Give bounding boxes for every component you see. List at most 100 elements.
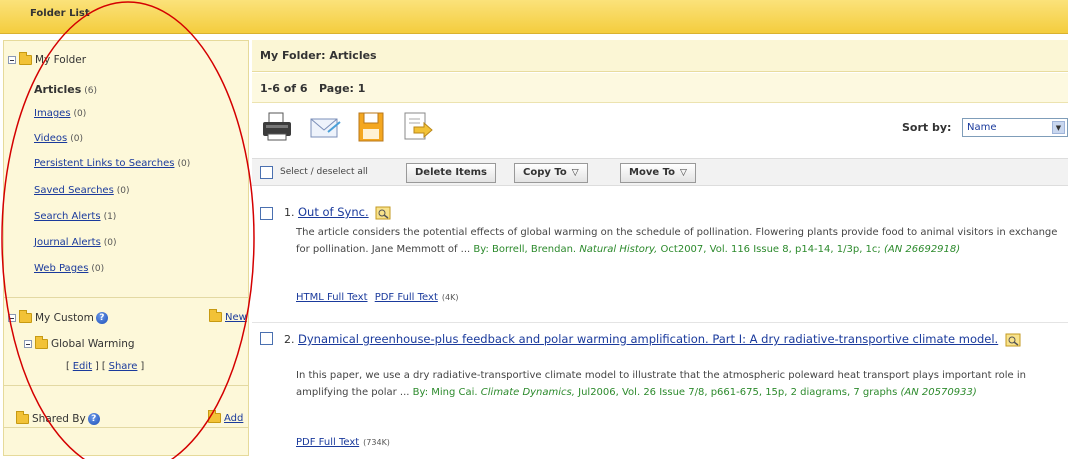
sidebar-item-images[interactable]: Images (0)	[34, 108, 86, 119]
result-number: 2.	[284, 333, 295, 346]
add-shared-link[interactable]: Add	[208, 410, 243, 424]
export-icon[interactable]	[400, 110, 434, 144]
fulltext-links: HTML Full Text PDF Full Text (4K)	[296, 292, 458, 303]
item-count: (0)	[70, 134, 83, 144]
share-link[interactable]: Share	[109, 361, 138, 372]
help-icon[interactable]: ?	[87, 413, 100, 425]
edit-link[interactable]: Edit	[73, 361, 92, 372]
save-icon[interactable]	[354, 110, 388, 144]
item-count: (0)	[177, 159, 191, 169]
item-count: (0)	[116, 186, 130, 196]
result-checkbox[interactable]	[260, 332, 273, 345]
new-folder-link[interactable]: New	[209, 309, 247, 323]
sort-select[interactable]: Name ▼	[962, 118, 1068, 137]
result-details: Oct2007, Vol. 116 Issue 8, p14-14, 1/3p,…	[660, 244, 881, 255]
sort-value: Name	[967, 122, 997, 133]
my-folder-node[interactable]: My Folder	[8, 52, 87, 66]
sidebar-divider	[4, 427, 248, 428]
result-meta: By: Ming Cai. Climate Dynamics, Jul2006,…	[413, 387, 977, 398]
sidebar-item-label[interactable]: Persistent Links to Searches	[34, 158, 174, 169]
delete-items-button[interactable]: Delete Items	[406, 163, 496, 183]
sidebar-item-label[interactable]: Images	[34, 108, 71, 119]
custom-folder-global-warming[interactable]: Global Warming	[24, 336, 135, 350]
sidebar-item-saved-searches[interactable]: Saved Searches (0)	[34, 185, 130, 196]
fulltext-links: PDF Full Text (734K)	[296, 437, 390, 448]
sidebar-item-persistent-links[interactable]: Persistent Links to Searches (0)	[34, 158, 190, 169]
sidebar-item-label[interactable]: Videos	[34, 133, 67, 144]
copy-label: Copy To	[523, 167, 567, 178]
shared-by-node: Shared By?	[16, 411, 100, 425]
add-link-label[interactable]: Add	[224, 413, 243, 424]
shared-by-label: Shared By	[32, 413, 86, 425]
email-icon[interactable]	[308, 110, 342, 144]
sidebar-item-web-pages[interactable]: Web Pages (0)	[34, 263, 104, 274]
folder-icon	[16, 411, 29, 424]
folder-content: My Folder: Articles 1-6 of 6 Page: 1 Sor…	[252, 40, 1068, 459]
result-title-row: 2. Dynamical greenhouse-plus feedback an…	[284, 331, 1064, 348]
result-details: Jul2006, Vol. 26 Issue 7/8, p661-675, 15…	[578, 387, 898, 398]
my-custom-label: My Custom	[35, 312, 94, 324]
result-number: 1.	[284, 206, 295, 219]
result-abstract: The article considers the potential effe…	[296, 224, 1066, 258]
sidebar-item-label: Articles	[34, 83, 82, 96]
result-source: Natural History,	[579, 244, 658, 255]
action-bar: Select / deselect all Delete Items Copy …	[252, 158, 1068, 186]
collapse-icon[interactable]	[8, 56, 16, 64]
sidebar-item-label[interactable]: Search Alerts	[34, 211, 101, 222]
toolbar: Sort by: Name ▼	[252, 104, 1068, 152]
result-checkbox[interactable]	[260, 207, 273, 220]
custom-folder-actions: [ Edit ] [ Share ]	[66, 361, 145, 372]
result-item: 2. Dynamical greenhouse-plus feedback an…	[252, 323, 1068, 459]
my-custom-node[interactable]: My Custom?	[8, 310, 108, 324]
result-title-row: 1. Out of Sync.	[284, 205, 391, 220]
collapse-icon[interactable]	[24, 340, 32, 348]
custom-folder-label: Global Warming	[51, 338, 135, 350]
result-accession: (AN 26692918)	[883, 244, 961, 255]
sidebar-item-label[interactable]: Saved Searches	[34, 185, 114, 196]
triangle-down-icon: ▽	[571, 168, 579, 178]
view-icon[interactable]	[1005, 333, 1021, 347]
result-abstract: In this paper, we use a dry radiative-tr…	[296, 367, 1066, 401]
result-authors: By: Borrell, Brendan.	[473, 244, 577, 255]
html-fulltext-link[interactable]: HTML Full Text	[296, 292, 368, 303]
sidebar-item-journal-alerts[interactable]: Journal Alerts (0)	[34, 237, 117, 248]
folder-sidebar: My Folder Articles (6) Images (0) Videos (0…	[3, 40, 249, 456]
new-folder-icon	[209, 309, 222, 322]
item-count: (0)	[103, 238, 117, 248]
item-count: (0)	[73, 109, 87, 119]
folder-icon	[35, 336, 48, 349]
sidebar-divider	[4, 297, 248, 298]
result-title-link[interactable]: Dynamical greenhouse-plus feedback and p…	[298, 332, 998, 346]
triangle-down-icon: ▽	[679, 168, 687, 178]
move-to-button[interactable]: Move To ▽	[620, 163, 696, 183]
collapse-icon[interactable]	[8, 314, 16, 322]
result-accession: (AN 20570933)	[900, 387, 977, 398]
result-title-link[interactable]: Out of Sync.	[298, 205, 369, 219]
new-link-label[interactable]: New	[225, 312, 247, 323]
sidebar-divider	[4, 385, 248, 386]
pdf-fulltext-link[interactable]: PDF Full Text	[296, 437, 359, 448]
result-authors: By: Ming Cai.	[412, 387, 478, 398]
help-icon[interactable]: ?	[95, 312, 108, 324]
result-item: 1. Out of Sync. The article considers th…	[252, 190, 1068, 322]
sidebar-item-search-alerts[interactable]: Search Alerts (1)	[34, 211, 116, 222]
folder-icon	[19, 52, 32, 65]
copy-to-button[interactable]: Copy To ▽	[514, 163, 588, 183]
results-range-bar: 1-6 of 6 Page: 1	[252, 73, 1068, 103]
sidebar-item-videos[interactable]: Videos (0)	[34, 133, 83, 144]
chevron-down-icon[interactable]: ▼	[1052, 121, 1065, 134]
pdf-fulltext-link[interactable]: PDF Full Text	[375, 292, 438, 303]
file-size: (734K)	[363, 438, 390, 447]
delete-label: Delete Items	[415, 167, 487, 178]
sidebar-item-label[interactable]: Web Pages	[34, 263, 88, 274]
item-count: (6)	[84, 86, 98, 96]
select-all-checkbox[interactable]	[260, 166, 273, 179]
sidebar-item-articles[interactable]: Articles (6)	[34, 83, 97, 96]
view-icon[interactable]	[375, 206, 391, 220]
print-icon[interactable]	[260, 110, 294, 144]
folder-icon	[19, 310, 32, 323]
results-range: 1-6 of 6 Page: 1	[260, 82, 366, 95]
sidebar-item-label[interactable]: Journal Alerts	[34, 237, 101, 248]
my-folder-label: My Folder	[35, 54, 87, 66]
folder-list-header: Folder List	[0, 0, 1068, 34]
